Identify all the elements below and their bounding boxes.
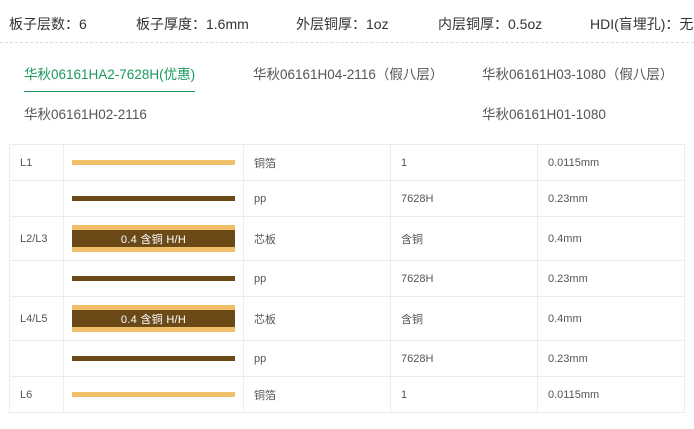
thickness-cell: 0.23mm — [537, 340, 685, 377]
core-label: 0.4 含铜 H/H — [72, 310, 235, 327]
table-row: L2/L3 0.4 含铜 H/H 芯板 含铜 0.4mm — [9, 216, 685, 261]
layer-cell: L2/L3 — [9, 216, 64, 261]
layer-visual — [63, 340, 244, 377]
core-bar: 0.4 含铜 H/H — [72, 225, 235, 252]
spec-cell: 7628H — [390, 260, 538, 297]
spec-layer-count: 板子层数：6 — [9, 16, 87, 32]
spec-board-thickness: 板子厚度：1.6mm — [136, 16, 249, 32]
spec-cell: 含铜 — [390, 296, 538, 341]
stackup-tabs: 华秋06161HA2-7628H(优惠) 华秋06161H04-2116（假八层… — [0, 43, 694, 135]
material-cell: 铜箔 — [243, 144, 391, 181]
layer-cell: L4/L5 — [9, 296, 64, 341]
layer-visual — [63, 376, 244, 413]
tab-06161h02-2116[interactable]: 华秋06161H02-2116 — [24, 103, 147, 123]
thickness-cell: 0.0115mm — [537, 376, 685, 413]
material-cell: pp — [243, 340, 391, 377]
layer-cell: L6 — [9, 376, 64, 413]
thickness-cell: 0.4mm — [537, 296, 685, 341]
spec-cell: 7628H — [390, 180, 538, 217]
tab-06161h04-2116[interactable]: 华秋06161H04-2116（假八层） — [253, 63, 443, 83]
layer-cell — [9, 260, 64, 297]
copper-foil-bar — [72, 392, 235, 397]
spec-cell: 含铜 — [390, 216, 538, 261]
layer-visual — [63, 260, 244, 297]
layer-cell — [9, 180, 64, 217]
layer-cell — [9, 340, 64, 377]
material-cell: 芯板 — [243, 216, 391, 261]
layer-visual — [63, 144, 244, 181]
table-row: pp 7628H 0.23mm — [9, 340, 685, 377]
prepreg-bar — [72, 196, 235, 201]
prepreg-bar — [72, 276, 235, 281]
table-row: L1 铜箔 1 0.0115mm — [9, 144, 685, 181]
table-row: pp 7628H 0.23mm — [9, 260, 685, 297]
tab-06161ha2-7628h[interactable]: 华秋06161HA2-7628H(优惠) — [24, 63, 196, 92]
thickness-cell: 0.0115mm — [537, 144, 685, 181]
layer-visual: 0.4 含铜 H/H — [63, 296, 244, 341]
board-specs-bar: 板子层数：6 板子厚度：1.6mm 外层铜厚：1oz 内层铜厚：0.5oz HD… — [0, 0, 694, 43]
copper-foil-bar — [72, 160, 235, 165]
table-row: L6 铜箔 1 0.0115mm — [9, 376, 685, 413]
spec-outer-copper: 外层铜厚：1oz — [296, 16, 389, 32]
layer-visual — [63, 180, 244, 217]
table-row: L4/L5 0.4 含铜 H/H 芯板 含铜 0.4mm — [9, 296, 685, 341]
tab-06161h01-1080[interactable]: 华秋06161H01-1080 — [482, 103, 606, 123]
material-cell: pp — [243, 180, 391, 217]
stackup-table: L1 铜箔 1 0.0115mm pp 7628H 0.23mm L2/L3 0… — [9, 144, 685, 413]
material-cell: pp — [243, 260, 391, 297]
material-cell: 芯板 — [243, 296, 391, 341]
spec-cell: 7628H — [390, 340, 538, 377]
material-cell: 铜箔 — [243, 376, 391, 413]
layer-cell: L1 — [9, 144, 64, 181]
table-row: pp 7628H 0.23mm — [9, 180, 685, 217]
prepreg-bar — [72, 356, 235, 361]
tab-06161h03-1080[interactable]: 华秋06161H03-1080（假八层） — [482, 63, 673, 83]
thickness-cell: 0.23mm — [537, 180, 685, 217]
thickness-cell: 0.4mm — [537, 216, 685, 261]
spec-hdi: HDI(盲埋孔)：无 — [590, 16, 694, 32]
thickness-cell: 0.23mm — [537, 260, 685, 297]
layer-visual: 0.4 含铜 H/H — [63, 216, 244, 261]
spec-inner-copper: 内层铜厚：0.5oz — [438, 16, 543, 32]
spec-cell: 1 — [390, 144, 538, 181]
spec-cell: 1 — [390, 376, 538, 413]
core-label: 0.4 含铜 H/H — [72, 230, 235, 247]
core-bar: 0.4 含铜 H/H — [72, 305, 235, 332]
